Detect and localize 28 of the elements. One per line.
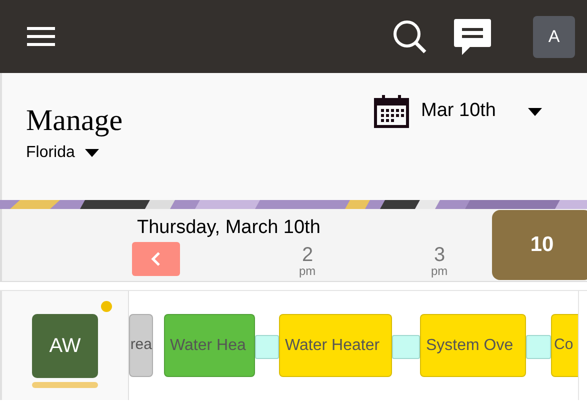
day-label: Thursday, March 10th — [137, 216, 320, 240]
caret-icon — [84, 149, 99, 157]
date-picker[interactable]: Mar 10th — [374, 95, 542, 128]
page-title: Manage — [26, 103, 123, 139]
hour-label: 3 — [434, 245, 446, 265]
calendar-icon — [374, 95, 410, 128]
chat-icon[interactable] — [454, 18, 491, 54]
job-block[interactable]: System Ove — [420, 314, 526, 377]
hour-suffix: pm — [299, 265, 316, 277]
travel-connector — [526, 335, 551, 359]
job-block[interactable]: rea — [129, 314, 153, 377]
region-dropdown[interactable]: Florida — [26, 141, 123, 165]
avatar-underline — [32, 382, 98, 388]
search-icon[interactable] — [392, 18, 428, 54]
initials: AW — [49, 334, 81, 359]
hour-label: 2 — [302, 245, 314, 265]
chevron-left-icon — [151, 251, 161, 267]
job-block[interactable]: Water Heater — [279, 314, 392, 377]
job-block[interactable]: Water Hea — [164, 314, 255, 377]
hour-suffix: pm — [431, 265, 448, 277]
caret-icon — [528, 108, 542, 116]
technician-avatar[interactable]: AW — [32, 314, 98, 378]
travel-connector — [255, 335, 279, 359]
job-block[interactable]: Co — [551, 314, 578, 377]
user-avatar[interactable]: A — [533, 16, 575, 58]
menu-icon[interactable] — [27, 26, 55, 48]
travel-connector — [392, 335, 420, 359]
day-badge: 10 — [492, 210, 587, 280]
